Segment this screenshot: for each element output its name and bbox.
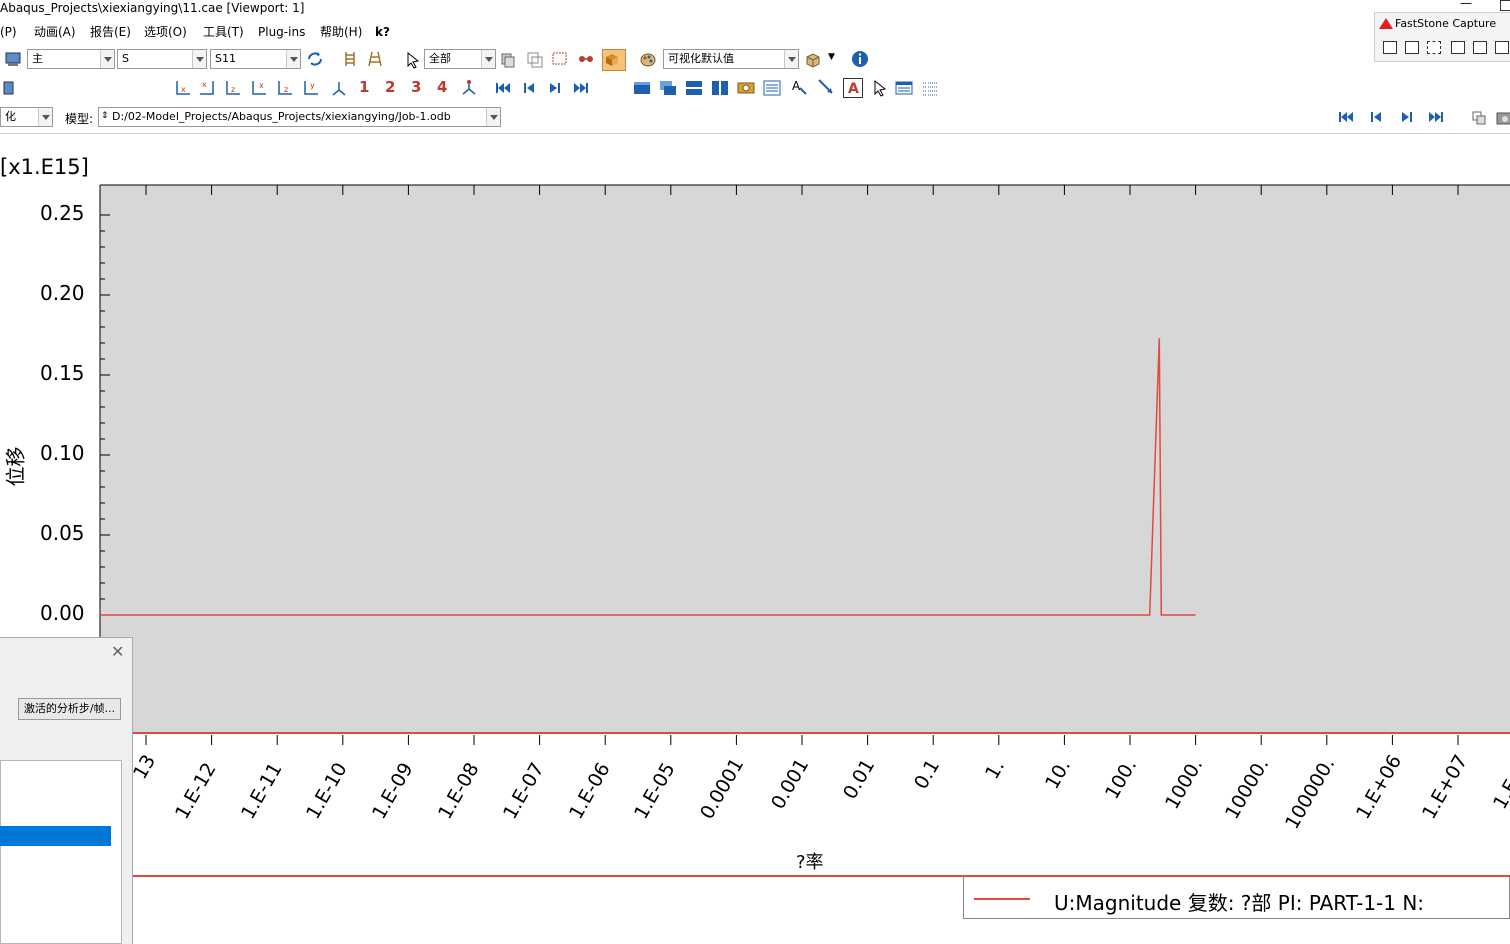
legend-border-line [133, 875, 1510, 877]
close-icon[interactable]: ✕ [111, 642, 124, 661]
x-axis-label: ?率 [796, 852, 824, 873]
legend-swatch [974, 898, 1030, 900]
active-steps-frames-button[interactable]: 激活的分析步/帧... [18, 698, 121, 720]
y-tick-label: 0.20 [40, 281, 85, 305]
dialog-list[interactable] [0, 760, 122, 944]
selected-list-item[interactable] [0, 826, 111, 846]
y-tick-label: 0.25 [40, 201, 85, 225]
step-frame-dialog: ✕ 激活的分析步/帧... [0, 637, 133, 944]
series-line-u-magnitude [100, 338, 1196, 616]
y-tick-label: 0.05 [40, 521, 85, 545]
legend-text: U:Magnitude 复数: ?部 PI: PART-1-1 N: [1054, 891, 1425, 915]
y-tick-label: 0.10 [40, 441, 85, 465]
y-tick-label: 0.15 [40, 361, 85, 385]
xy-plot [99, 184, 1510, 745]
y-axis-label: 位移 [3, 446, 28, 487]
plot-legend[interactable]: U:Magnitude 复数: ?部 PI: PART-1-1 N: [963, 876, 1510, 919]
y-tick-label: 0.00 [40, 601, 85, 625]
